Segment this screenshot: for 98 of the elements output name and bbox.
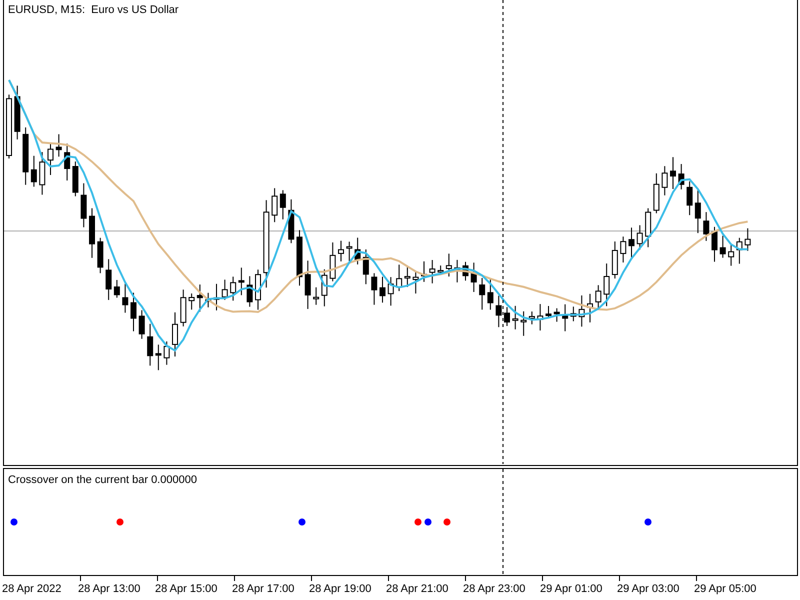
candle xyxy=(122,283,128,314)
candle xyxy=(138,310,145,340)
candle xyxy=(554,308,560,322)
candle xyxy=(238,267,244,296)
candle xyxy=(330,242,336,282)
candle xyxy=(48,142,54,176)
candle xyxy=(678,164,684,190)
candle xyxy=(636,224,643,250)
candle xyxy=(164,340,170,366)
candle xyxy=(712,226,718,262)
candle xyxy=(6,94,12,159)
candle xyxy=(396,264,402,292)
candle xyxy=(388,276,394,306)
candle xyxy=(496,295,502,328)
candle xyxy=(653,172,660,214)
candle xyxy=(114,279,120,298)
candle xyxy=(354,237,361,265)
candle xyxy=(479,277,486,310)
candle xyxy=(97,237,104,274)
candle xyxy=(304,260,311,310)
time-axis-label: 28 Apr 13:00 xyxy=(78,583,140,595)
candle xyxy=(280,190,286,220)
candle xyxy=(487,278,494,310)
time-axis-label: 28 Apr 15:00 xyxy=(155,583,218,595)
candle xyxy=(429,260,436,284)
time-axis-label: 29 Apr 03:00 xyxy=(617,583,680,595)
time-axis-label: 28 Apr 21:00 xyxy=(386,583,448,595)
candle xyxy=(612,240,618,279)
candle xyxy=(56,134,62,158)
candle xyxy=(230,276,236,302)
candle xyxy=(587,293,593,323)
candle xyxy=(670,156,676,190)
candle xyxy=(338,240,344,262)
candle xyxy=(14,85,20,140)
candle xyxy=(313,286,320,306)
candle xyxy=(106,258,112,300)
candle xyxy=(578,294,585,328)
candle xyxy=(744,228,751,252)
candle xyxy=(64,143,70,181)
candle xyxy=(528,311,535,325)
candle xyxy=(380,276,386,304)
candle xyxy=(404,266,410,288)
chart-title: EURUSD, M15: Euro vs US Dollar xyxy=(8,4,179,17)
candle xyxy=(512,305,518,330)
candle xyxy=(421,260,427,282)
candle xyxy=(89,208,95,258)
candle xyxy=(504,306,510,326)
candle xyxy=(180,289,186,327)
time-axis-label: 28 Apr 2022 xyxy=(2,583,62,595)
candle xyxy=(205,292,212,308)
time-axis-label: 29 Apr 01:00 xyxy=(540,583,602,595)
candle xyxy=(246,276,253,308)
time-axis-label: 28 Apr 17:00 xyxy=(232,583,294,595)
candle xyxy=(645,208,652,248)
candle xyxy=(214,283,220,311)
candle xyxy=(686,180,693,216)
candle xyxy=(80,182,87,228)
candle xyxy=(346,241,352,262)
candle xyxy=(662,166,668,196)
candle xyxy=(147,323,154,366)
candle xyxy=(604,263,610,307)
time-axis-label: 28 Apr 19:00 xyxy=(309,583,372,595)
candle xyxy=(736,237,742,264)
candle xyxy=(595,284,602,310)
candle xyxy=(321,268,328,307)
candle xyxy=(537,304,544,331)
candle xyxy=(155,344,162,371)
candle xyxy=(570,306,576,322)
candle xyxy=(172,312,178,357)
candle xyxy=(255,269,261,310)
time-axis-label: 28 Apr 23:00 xyxy=(463,583,526,595)
time-axis-label: 29 Apr 05:00 xyxy=(694,583,756,595)
candle xyxy=(272,188,278,223)
candle xyxy=(30,155,37,188)
candle xyxy=(222,279,228,300)
candle xyxy=(562,304,568,332)
candle xyxy=(470,262,477,292)
candle xyxy=(22,126,29,186)
candle xyxy=(720,235,726,258)
candle xyxy=(196,284,203,312)
candle xyxy=(454,259,460,283)
candle xyxy=(130,292,136,332)
candle xyxy=(188,293,195,310)
candle xyxy=(462,261,468,282)
candle xyxy=(288,198,294,244)
candle xyxy=(703,212,710,242)
candle xyxy=(39,152,46,196)
candle xyxy=(520,310,527,336)
candle xyxy=(694,190,701,234)
candle xyxy=(446,253,452,278)
candle xyxy=(546,306,552,320)
candle xyxy=(412,270,419,294)
candle xyxy=(72,161,78,197)
candle xyxy=(362,248,369,285)
candle xyxy=(620,236,626,263)
candle xyxy=(371,272,378,306)
candle xyxy=(728,243,734,266)
candle xyxy=(296,230,302,286)
